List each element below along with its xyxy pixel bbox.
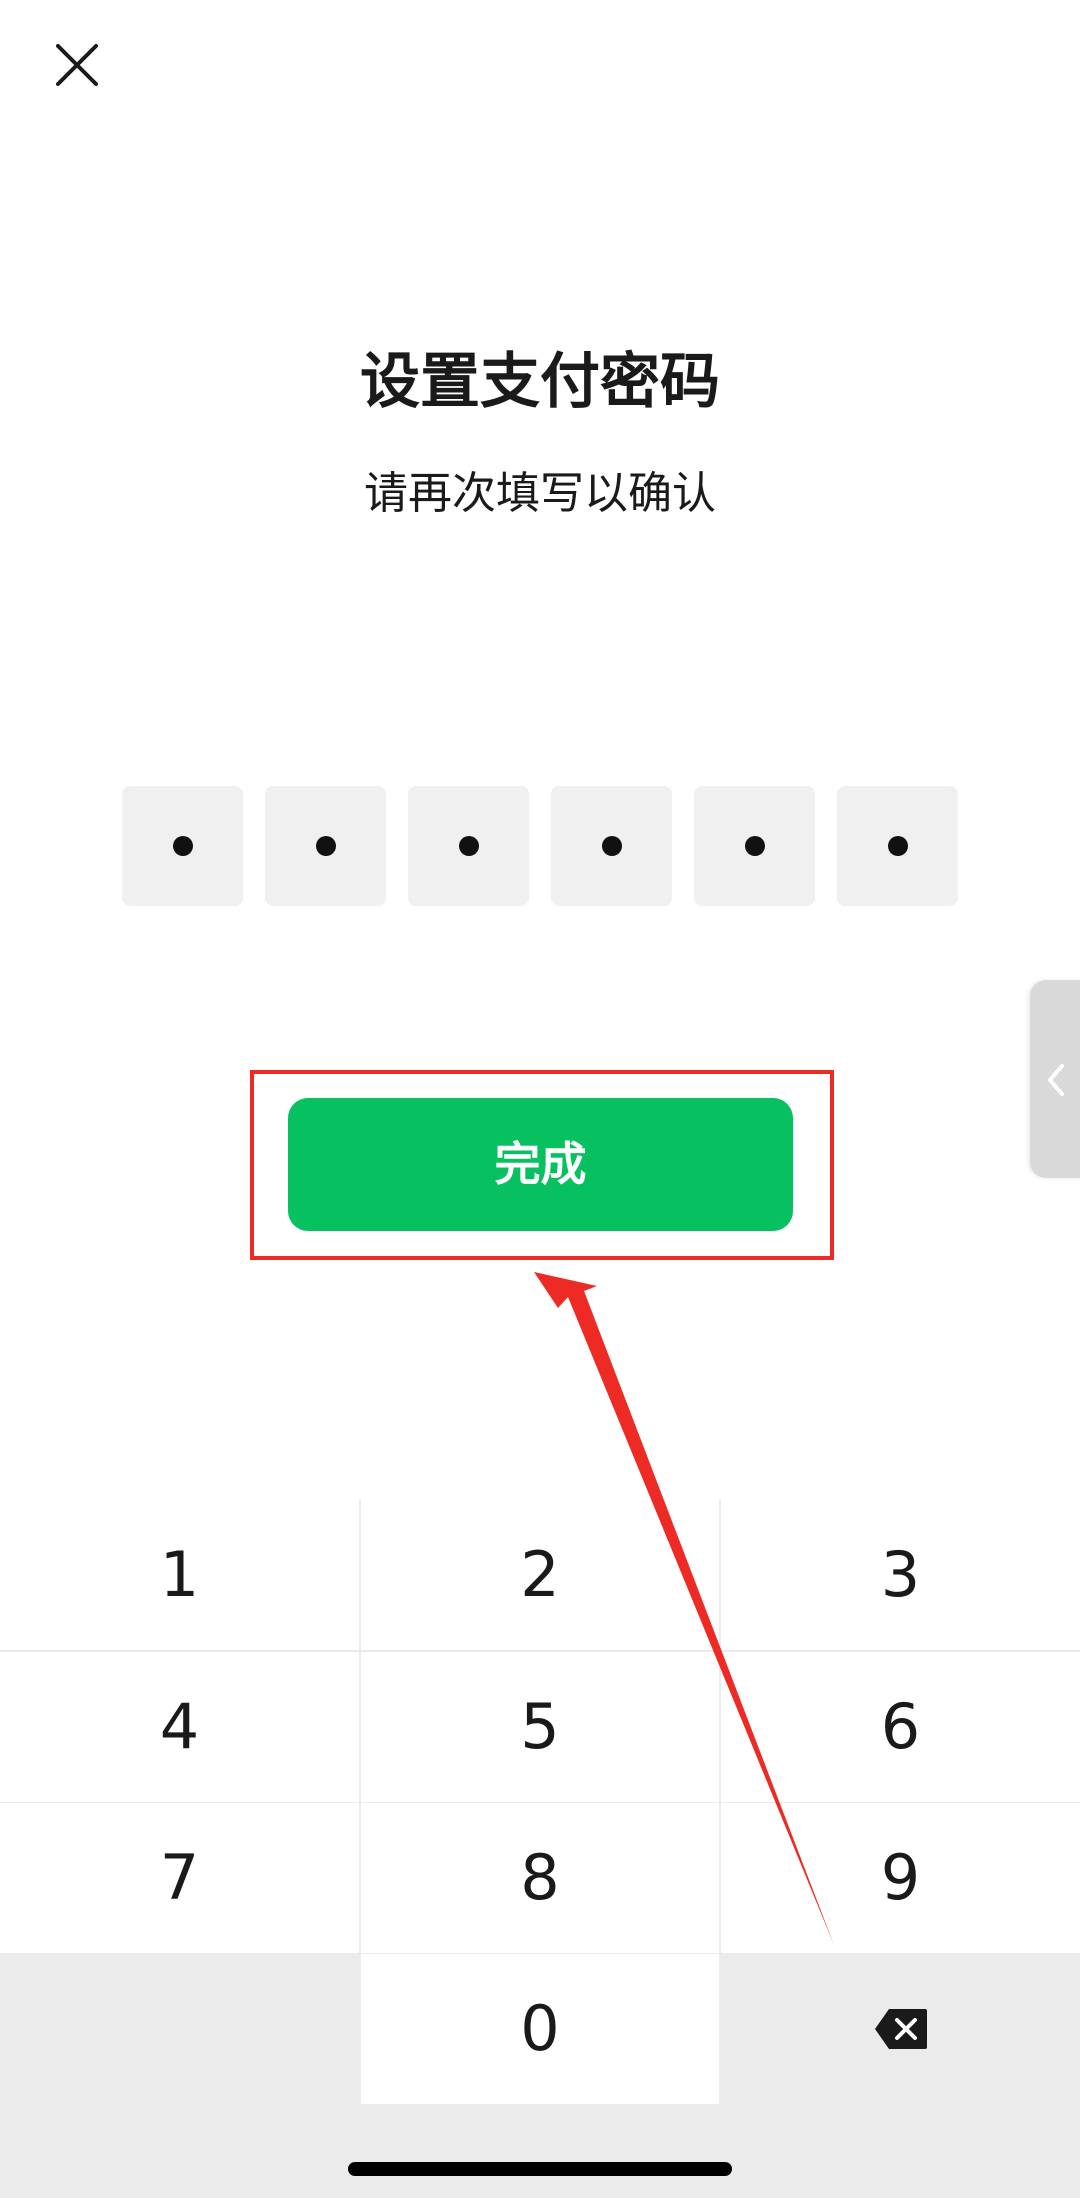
backspace-icon xyxy=(874,2009,927,2049)
done-button[interactable]: 完成 xyxy=(288,1098,793,1231)
pin-dot xyxy=(458,836,479,856)
pin-dot xyxy=(315,836,336,856)
pin-dot xyxy=(887,836,908,856)
side-drawer-handle[interactable] xyxy=(1030,980,1080,1178)
pin-box xyxy=(694,786,815,906)
key-7[interactable]: 7 xyxy=(0,1803,359,1953)
pin-box xyxy=(551,786,672,906)
pin-box xyxy=(837,786,958,906)
key-3[interactable]: 3 xyxy=(721,1500,1080,1650)
close-icon xyxy=(56,44,98,86)
close-button[interactable] xyxy=(50,38,104,92)
key-5[interactable]: 5 xyxy=(361,1652,719,1802)
key-9[interactable]: 9 xyxy=(721,1803,1080,1953)
key-1[interactable]: 1 xyxy=(0,1500,359,1650)
key-blank xyxy=(0,1954,359,2104)
page-title: 设置支付密码 xyxy=(360,347,720,417)
home-indicator xyxy=(348,2162,732,2176)
pin-box xyxy=(122,786,243,906)
numeric-keypad: 1 2 3 4 5 6 7 8 9 0 xyxy=(0,1500,1080,2198)
delete-key[interactable] xyxy=(721,1954,1080,2104)
pin-dot xyxy=(601,836,622,856)
chevron-left-icon xyxy=(1048,1064,1064,1096)
key-8[interactable]: 8 xyxy=(361,1803,719,1953)
pin-box xyxy=(408,786,529,906)
page-subtitle: 请再次填写以确认 xyxy=(364,468,716,519)
key-0[interactable]: 0 xyxy=(361,1954,719,2104)
pin-box xyxy=(265,786,386,906)
key-2[interactable]: 2 xyxy=(361,1500,719,1650)
pin-dot xyxy=(172,836,193,856)
pin-dot xyxy=(744,836,765,856)
key-4[interactable]: 4 xyxy=(0,1652,359,1802)
key-6[interactable]: 6 xyxy=(721,1652,1080,1802)
